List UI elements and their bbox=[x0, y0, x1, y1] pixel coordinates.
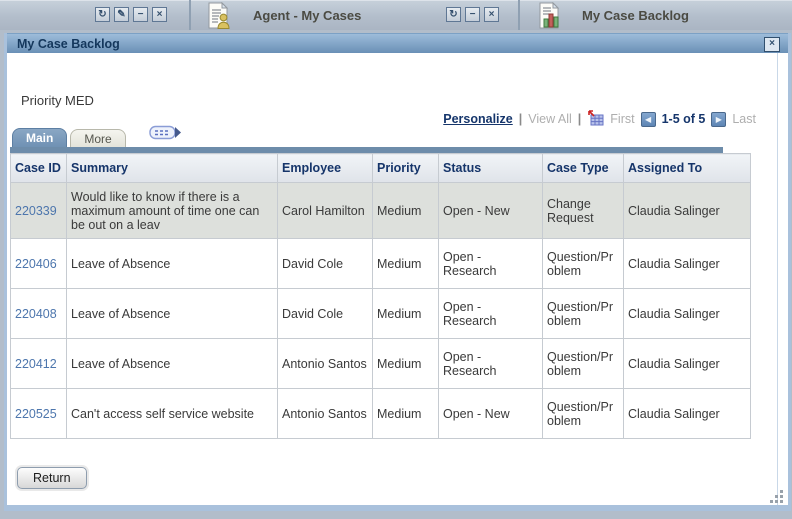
pagelet-title-my-cases: Agent - My Cases bbox=[253, 8, 362, 23]
table-row: 220339 Would like to know if there is a … bbox=[10, 182, 751, 239]
show-all-columns-icon[interactable] bbox=[148, 124, 182, 146]
priority-label: Priority MED bbox=[21, 93, 94, 108]
priority-cell: Medium bbox=[372, 388, 439, 439]
priority-cell: Medium bbox=[372, 182, 439, 239]
pager-prev-icon[interactable]: ◀ bbox=[640, 111, 656, 127]
close-icon[interactable]: × bbox=[152, 7, 167, 22]
case-type-cell: Question/Problem bbox=[542, 288, 624, 339]
grid-tab-row: Main More bbox=[12, 124, 182, 148]
refresh-icon[interactable]: ↻ bbox=[446, 7, 461, 22]
status-cell: Open - Research bbox=[438, 238, 543, 289]
table-header-row: Case ID Summary Employee Priority Status… bbox=[10, 153, 751, 183]
priority-cell: Medium bbox=[372, 238, 439, 289]
pager-next-icon[interactable]: ▶ bbox=[711, 111, 727, 127]
case-type-cell: Change Request bbox=[542, 182, 624, 239]
status-cell: Open - Research bbox=[438, 288, 543, 339]
resize-grip-icon[interactable] bbox=[771, 491, 783, 503]
table-row: 220408 Leave of Absence David Cole Mediu… bbox=[10, 288, 751, 339]
column-header-case-id[interactable]: Case ID bbox=[10, 153, 67, 183]
summary-cell: Leave of Absence bbox=[66, 288, 278, 339]
priority-cell: Medium bbox=[372, 338, 439, 389]
case-id-link[interactable]: 220408 bbox=[15, 307, 57, 321]
pagelet-title-backlog: My Case Backlog bbox=[582, 8, 689, 23]
employee-cell: David Cole bbox=[277, 238, 373, 289]
tab-main[interactable]: Main bbox=[12, 128, 68, 148]
column-header-priority[interactable]: Priority bbox=[372, 153, 439, 183]
refresh-icon[interactable]: ↻ bbox=[95, 7, 110, 22]
minimize-icon[interactable]: − bbox=[465, 7, 480, 22]
column-header-employee[interactable]: Employee bbox=[277, 153, 373, 183]
case-backlog-table: Case ID Summary Employee Priority Status… bbox=[10, 153, 751, 439]
toolbar-separator: | bbox=[577, 112, 582, 126]
summary-cell: Leave of Absence bbox=[66, 338, 278, 389]
column-header-summary[interactable]: Summary bbox=[66, 153, 278, 183]
status-cell: Open - New bbox=[438, 182, 543, 239]
status-cell: Open - New bbox=[438, 388, 543, 439]
document-person-icon bbox=[205, 1, 232, 34]
pagelet-header-backlog: My Case Backlog bbox=[520, 0, 792, 30]
pager-first: First bbox=[610, 112, 635, 126]
pagelet-header-left: ↻ ✎ − × bbox=[0, 0, 191, 30]
employee-cell: Antonio Santos bbox=[277, 338, 373, 389]
summary-cell: Leave of Absence bbox=[66, 238, 278, 289]
tab-more[interactable]: More bbox=[70, 129, 126, 148]
pagelet-controls: ↻ ✎ − × bbox=[95, 7, 167, 22]
my-case-backlog-dialog: My Case Backlog × Priority MED Personali… bbox=[4, 33, 791, 511]
summary-cell: Would like to know if there is a maximum… bbox=[66, 182, 278, 239]
assigned-to-cell: Claudia Salinger bbox=[623, 338, 751, 389]
table-row: 220525 Can't access self service website… bbox=[10, 388, 751, 439]
table-row: 220406 Leave of Absence David Cole Mediu… bbox=[10, 238, 751, 289]
dialog-titlebar[interactable]: My Case Backlog × bbox=[7, 33, 788, 53]
pager-last: Last bbox=[732, 112, 756, 126]
case-type-cell: Question/Problem bbox=[542, 388, 624, 439]
personalize-link[interactable]: Personalize bbox=[443, 112, 512, 126]
dialog-body: Priority MED Personalize | View All | Fi… bbox=[7, 53, 788, 505]
case-id-link[interactable]: 220412 bbox=[15, 357, 57, 371]
pagelet-controls: ↻ − × bbox=[446, 7, 499, 22]
case-type-cell: Question/Problem bbox=[542, 238, 624, 289]
assigned-to-cell: Claudia Salinger bbox=[623, 388, 751, 439]
column-header-status[interactable]: Status bbox=[438, 153, 543, 183]
document-chart-icon bbox=[536, 1, 563, 34]
summary-cell: Can't access self service website bbox=[66, 388, 278, 439]
close-icon[interactable]: × bbox=[484, 7, 499, 22]
view-all-link: View All bbox=[528, 112, 572, 126]
priority-cell: Medium bbox=[372, 288, 439, 339]
status-cell: Open - Research bbox=[438, 338, 543, 389]
assigned-to-cell: Claudia Salinger bbox=[623, 182, 751, 239]
employee-cell: Antonio Santos bbox=[277, 388, 373, 439]
case-type-cell: Question/Problem bbox=[542, 338, 624, 389]
toolbar-separator: | bbox=[518, 112, 523, 126]
pager-range: 1-5 of 5 bbox=[661, 112, 706, 126]
grid-toolbar: Personalize | View All | First ◀ 1-5 of … bbox=[443, 109, 756, 129]
case-id-link[interactable]: 220406 bbox=[15, 257, 57, 271]
portal-header-strip: ↻ ✎ − × Agent - My Cases ↻ − × My Case B… bbox=[0, 0, 792, 30]
assigned-to-cell: Claudia Salinger bbox=[623, 288, 751, 339]
dialog-close-icon[interactable]: × bbox=[764, 37, 780, 52]
column-header-assigned-to[interactable]: Assigned To bbox=[623, 153, 751, 183]
column-header-case-type[interactable]: Case Type bbox=[542, 153, 624, 183]
employee-cell: David Cole bbox=[277, 288, 373, 339]
table-row: 220412 Leave of Absence Antonio Santos M… bbox=[10, 338, 751, 389]
case-id-link[interactable]: 220525 bbox=[15, 407, 57, 421]
dialog-title: My Case Backlog bbox=[17, 37, 120, 51]
assigned-to-cell: Claudia Salinger bbox=[623, 238, 751, 289]
return-button[interactable]: Return bbox=[17, 467, 87, 489]
minimize-icon[interactable]: − bbox=[133, 7, 148, 22]
download-to-excel-icon[interactable] bbox=[587, 109, 604, 129]
employee-cell: Carol Hamilton bbox=[277, 182, 373, 239]
case-id-link[interactable]: 220339 bbox=[15, 204, 57, 218]
pagelet-header-my-cases: Agent - My Cases ↻ − × bbox=[191, 0, 520, 30]
content-edge-line bbox=[777, 53, 778, 505]
edit-icon[interactable]: ✎ bbox=[114, 7, 129, 22]
screen: ↻ ✎ − × Agent - My Cases ↻ − × My Case B… bbox=[0, 0, 792, 519]
